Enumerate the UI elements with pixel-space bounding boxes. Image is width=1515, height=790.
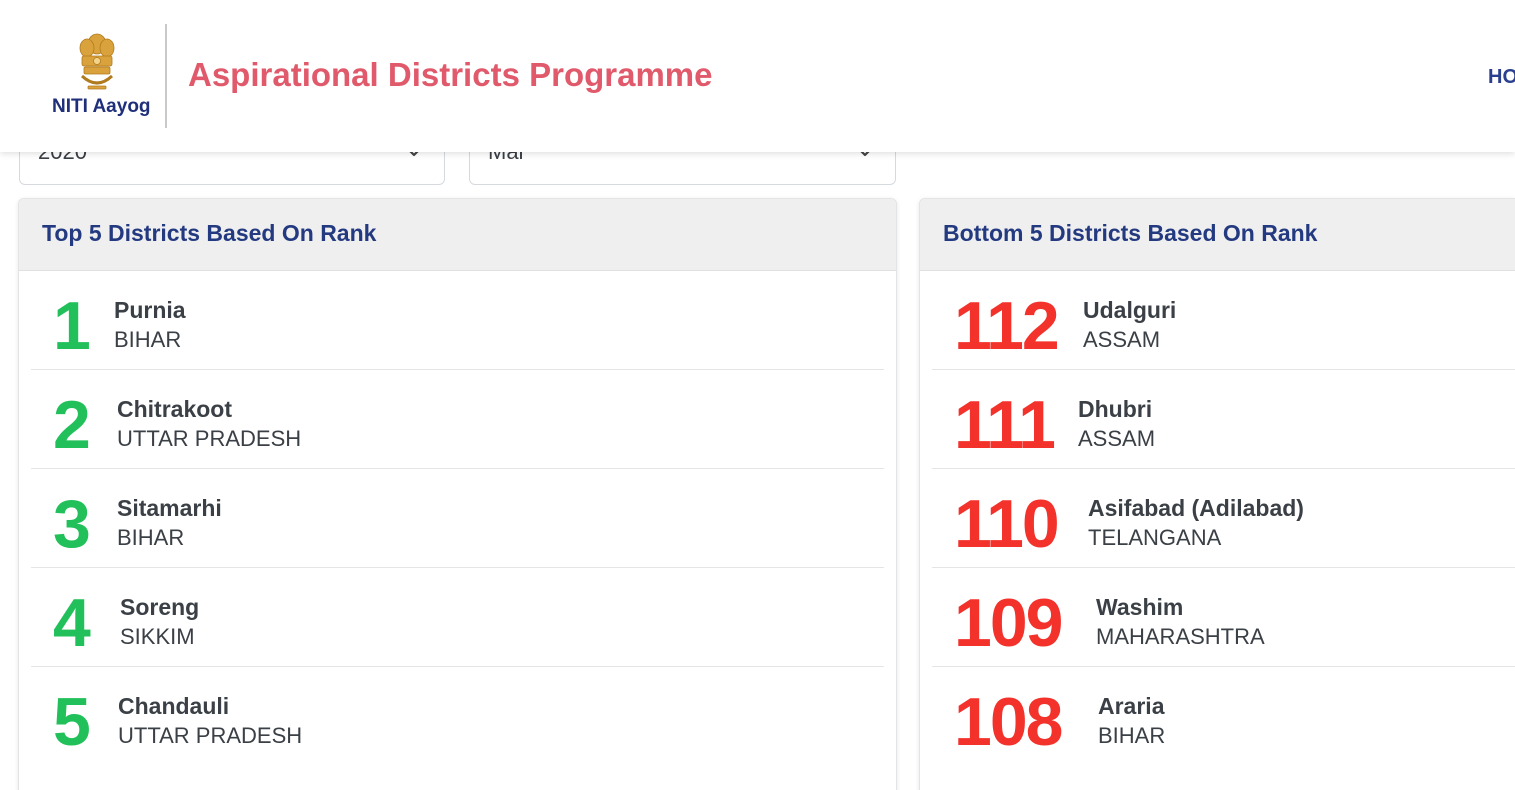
bottom-districts-list: 112 Udalguri ASSAM 111 Dhubri ASSAM 110 …	[932, 271, 1515, 766]
list-item[interactable]: 110 Asifabad (Adilabad) TELANGANA	[932, 469, 1515, 568]
top-districts-title: Top 5 Districts Based On Rank	[42, 220, 377, 246]
rank-number: 5	[53, 684, 91, 760]
org-name: NITI Aayog	[52, 96, 151, 117]
list-item[interactable]: 5 Chandauli UTTAR PRADESH	[31, 667, 884, 766]
list-item[interactable]: 3 Sitamarhi BIHAR	[31, 469, 884, 568]
rank-number: 4	[53, 585, 91, 661]
district-name: Udalguri	[1083, 297, 1177, 323]
district-name: Dhubri	[1078, 396, 1153, 422]
list-item[interactable]: 108 Araria BIHAR	[932, 667, 1515, 766]
state-name: BIHAR	[117, 525, 185, 550]
top-districts-card-header: Top 5 Districts Based On Rank	[19, 199, 896, 271]
state-name: MAHARASHTRA	[1096, 624, 1265, 649]
state-name: TELANGANA	[1088, 525, 1222, 550]
rank-number: 1	[53, 288, 91, 364]
rank-number: 108	[954, 684, 1063, 760]
rank-number: 109	[954, 585, 1063, 661]
state-name: SIKKIM	[120, 624, 195, 649]
district-name: Soreng	[120, 594, 200, 620]
bottom-districts-card: Bottom 5 Districts Based On Rank 112 Uda…	[919, 198, 1515, 790]
rank-number: 110	[954, 486, 1060, 562]
bottom-districts-title: Bottom 5 Districts Based On Rank	[943, 220, 1318, 246]
header-divider	[165, 24, 167, 128]
state-name: BIHAR	[114, 327, 182, 352]
national-emblem-logo[interactable]	[74, 30, 120, 96]
list-item[interactable]: 2 Chitrakoot UTTAR PRADESH	[31, 370, 884, 469]
site-header: NITI Aayog Aspirational Districts Progra…	[0, 0, 1515, 152]
state-name: ASSAM	[1083, 327, 1161, 352]
state-name: BIHAR	[1098, 723, 1166, 748]
list-item[interactable]: 1 Purnia BIHAR	[31, 271, 884, 370]
district-name: Araria	[1098, 693, 1165, 719]
district-name: Chandauli	[118, 693, 230, 719]
list-item[interactable]: 111 Dhubri ASSAM	[932, 370, 1515, 469]
nav-home-link[interactable]: HOME	[1488, 66, 1515, 89]
page-title: Aspirational Districts Programme	[188, 56, 713, 93]
list-item[interactable]: 4 Soreng SIKKIM	[31, 568, 884, 667]
district-name: Sitamarhi	[117, 495, 222, 521]
rank-number: 3	[53, 486, 91, 562]
list-item[interactable]: 112 Udalguri ASSAM	[932, 271, 1515, 370]
rank-number: 112	[954, 288, 1060, 364]
district-name: Asifabad (Adilabad)	[1088, 495, 1304, 521]
bottom-districts-card-header: Bottom 5 Districts Based On Rank	[920, 199, 1515, 271]
district-name: Washim	[1096, 594, 1184, 620]
list-item[interactable]: 109 Washim MAHARASHTRA	[932, 568, 1515, 667]
district-name: Chitrakoot	[117, 396, 232, 422]
state-name: ASSAM	[1078, 426, 1156, 451]
top-districts-list: 1 Purnia BIHAR 2 Chitrakoot UTTAR PRADES…	[31, 271, 884, 766]
state-name: UTTAR PRADESH	[117, 426, 302, 451]
district-name: Purnia	[114, 297, 186, 323]
rank-number: 111	[954, 387, 1056, 463]
state-name: UTTAR PRADESH	[118, 723, 303, 748]
rank-number: 2	[53, 387, 91, 463]
top-districts-card: Top 5 Districts Based On Rank 1 Purnia B…	[18, 198, 897, 790]
